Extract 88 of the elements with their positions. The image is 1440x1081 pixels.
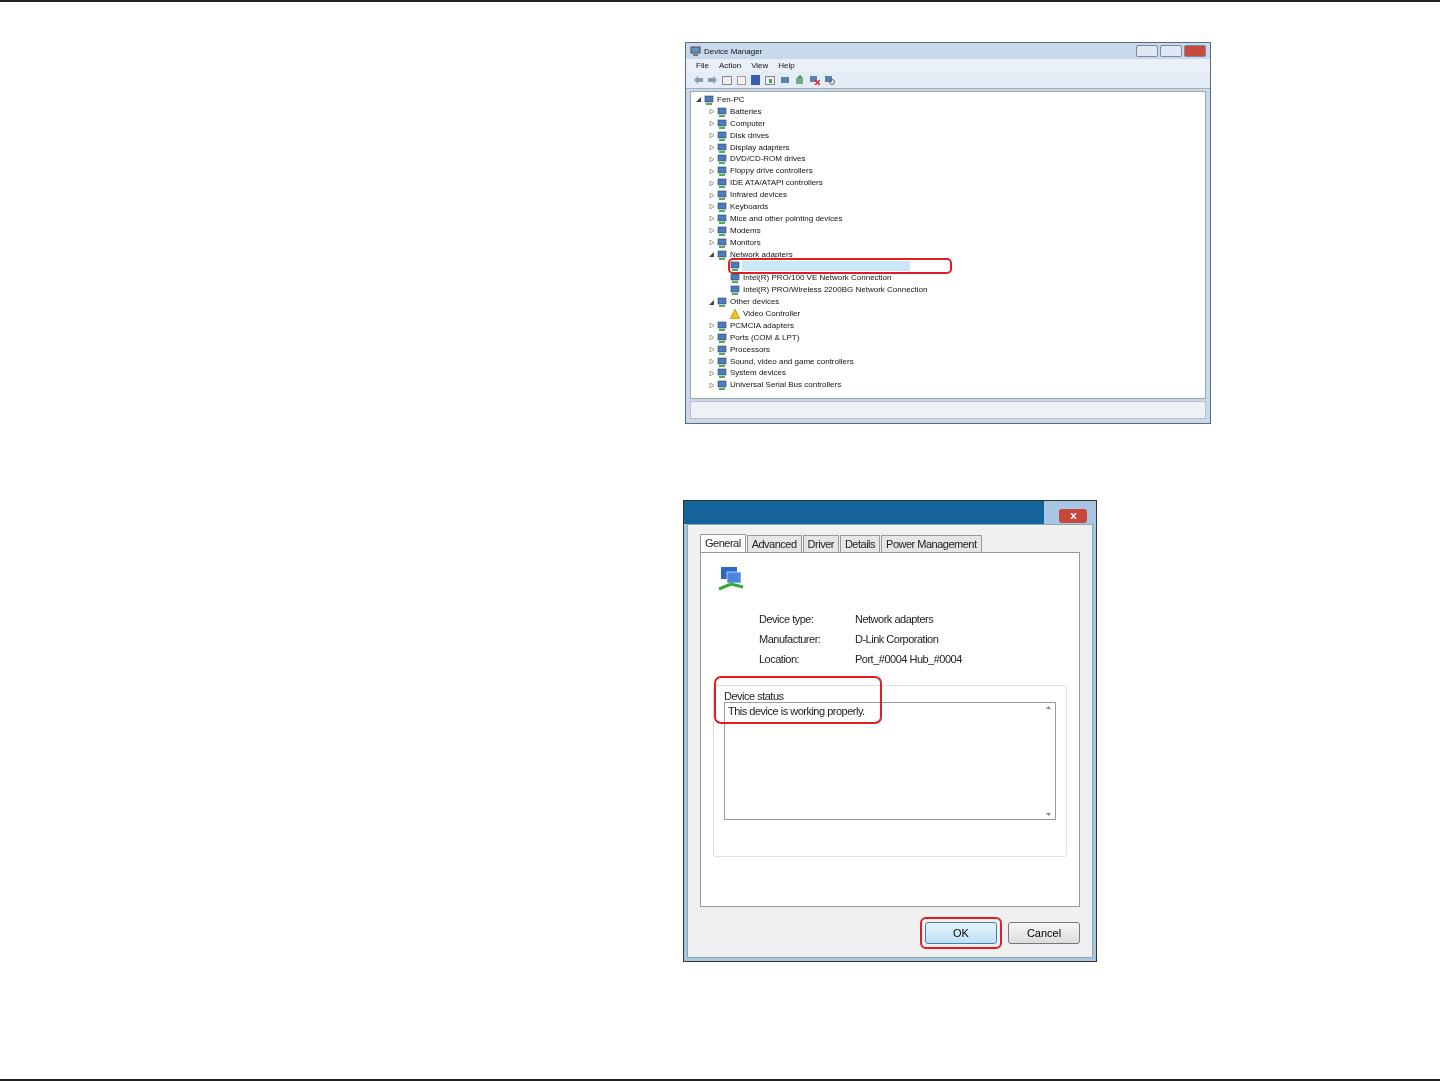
status-text: This device is working properly. (728, 705, 865, 717)
tree-item[interactable]: Computer (729, 118, 767, 129)
page-icon[interactable] (737, 75, 746, 85)
field-value: D-Link Corporation (855, 633, 939, 645)
tree-item[interactable]: Fen-PC (716, 94, 746, 105)
menu-item[interactable]: Action (718, 61, 742, 70)
device-icon (717, 166, 727, 177)
field-value: Network adapters (855, 613, 934, 625)
computer-icon (690, 46, 701, 56)
device-icon (717, 320, 727, 331)
tree-item[interactable]: Other devices (729, 297, 781, 308)
scan-icon[interactable] (825, 75, 835, 85)
scroll-down-icon[interactable] (1045, 813, 1051, 816)
device-icon (717, 225, 727, 236)
tree-item[interactable]: Intel(R) PRO/100 VE Network Connection (742, 273, 893, 284)
tab[interactable]: Details (839, 535, 881, 552)
tree-item[interactable]: Infrared devices (729, 190, 788, 201)
tree-item[interactable]: Ports (COM & LPT) (729, 332, 801, 343)
window-icon[interactable] (722, 75, 732, 85)
monitor-icon[interactable] (780, 75, 790, 85)
device-icon (717, 213, 727, 224)
menu-item[interactable]: File (696, 61, 709, 70)
window-icon[interactable] (765, 75, 775, 85)
device-icon (717, 118, 727, 129)
forward-arrow-icon[interactable] (708, 76, 717, 84)
device-icon (717, 368, 727, 379)
tree-item[interactable]: PCMCIA adapters (729, 320, 796, 331)
device-icon (717, 106, 727, 117)
device-icon (717, 332, 727, 343)
tree-item[interactable]: Modems (729, 225, 762, 236)
device-icon (717, 344, 727, 355)
close-button[interactable] (1059, 509, 1087, 523)
window-title: Device Manager (704, 46, 763, 56)
device-icon (730, 261, 740, 272)
expander-icon[interactable] (709, 252, 714, 257)
device-icon (717, 154, 727, 165)
menu-item[interactable]: View (751, 61, 769, 70)
network-computers-icon (717, 567, 745, 593)
device-icon (730, 285, 740, 296)
device-icon (717, 249, 727, 260)
device-icon (717, 142, 727, 153)
update-icon[interactable] (795, 75, 805, 85)
device-icon (717, 380, 727, 391)
field-label: Location: (759, 653, 801, 665)
tree-item[interactable]: Batteries (729, 106, 763, 117)
tree-item[interactable]: Network adapters (729, 249, 794, 260)
tree-item[interactable]: Processors (729, 344, 771, 355)
tree-item[interactable]: Sound, video and game controllers (729, 356, 855, 367)
tree-item[interactable]: Floppy drive controllers (729, 166, 814, 177)
tree-item[interactable]: Universal Serial Bus controllers (729, 380, 843, 391)
device-icon (717, 201, 727, 212)
tree-item[interactable]: System devices (729, 368, 788, 379)
tree-item[interactable]: Video Controller (742, 308, 802, 319)
device-icon (717, 190, 727, 201)
tree-item[interactable]: Monitors (729, 237, 762, 248)
device-icon (730, 273, 740, 284)
field-value: Port_#0004 Hub_#0004 (855, 653, 962, 665)
device-icon (717, 356, 727, 367)
group-label: Device status (724, 690, 784, 702)
status-text-area[interactable]: This device is working properly. (724, 702, 1056, 820)
tree-item[interactable]: DVD/CD-ROM drives (729, 154, 807, 165)
tree-item[interactable]: Disk drives (729, 130, 771, 141)
back-arrow-icon[interactable] (694, 76, 703, 84)
field-label: Device type: (759, 613, 815, 625)
tree-item[interactable]: IDE ATA/ATAPI controllers (729, 178, 824, 189)
tab[interactable]: Driver (802, 535, 839, 552)
maximize-button[interactable] (1160, 45, 1182, 57)
tab[interactable]: Power Management (881, 535, 982, 552)
tab[interactable]: Advanced (746, 535, 802, 552)
scroll-up-icon[interactable] (1045, 706, 1051, 709)
minimize-button[interactable] (1136, 45, 1158, 57)
tree-item[interactable]: Display adapters (729, 142, 791, 153)
expander-icon[interactable] (709, 299, 714, 305)
expander-icon[interactable] (696, 97, 701, 103)
dialog-button[interactable]: OK (925, 922, 997, 944)
device-icon (717, 178, 727, 189)
dialog-button[interactable]: Cancel (1008, 922, 1080, 944)
device-icon (704, 94, 714, 105)
tree-item[interactable]: Mice and other pointing devices (729, 213, 844, 224)
tree-item[interactable]: Keyboards (729, 201, 770, 212)
remove-icon[interactable] (810, 75, 820, 85)
device-icon (717, 297, 727, 308)
tree-item[interactable]: Intel(R) PRO/Wireless 2200BG Network Connection (742, 285, 929, 296)
device-icon (717, 237, 727, 248)
close-icon (1069, 513, 1077, 519)
field-label: Manufacturer: (759, 633, 822, 645)
menu-item[interactable]: Help (778, 61, 795, 70)
device-icon (717, 130, 727, 141)
